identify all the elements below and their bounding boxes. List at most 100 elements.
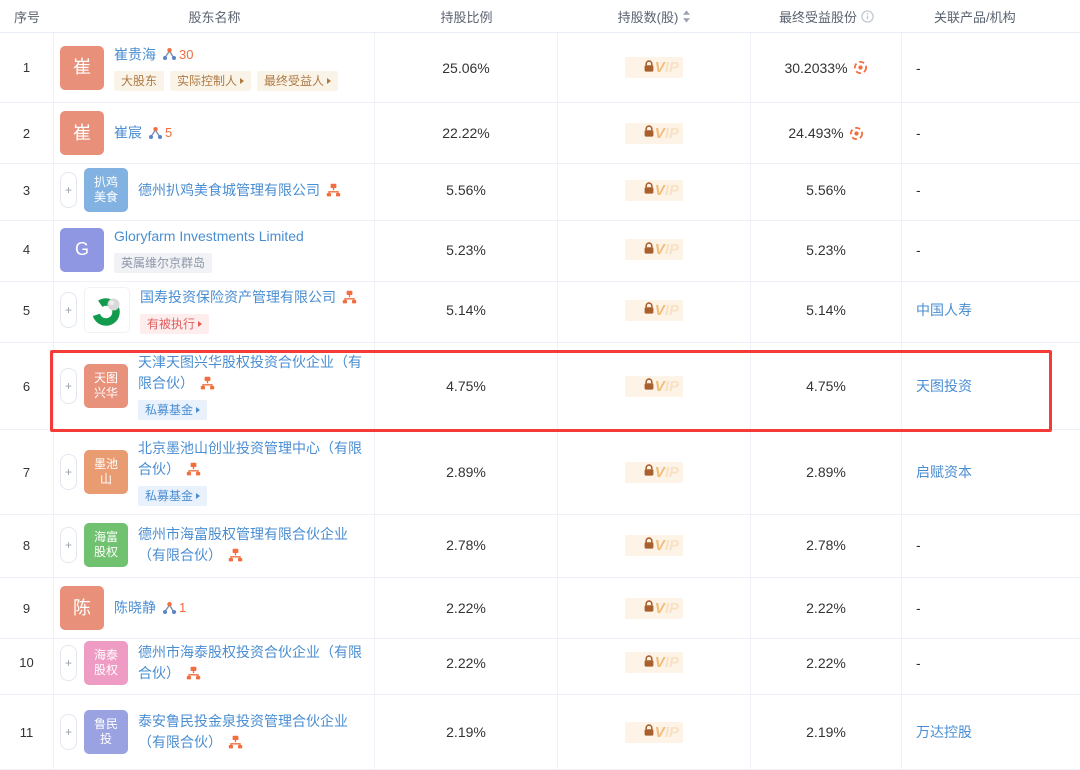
- row-index-cell: 11: [0, 695, 54, 770]
- expand-button[interactable]: +: [60, 454, 77, 490]
- related-link[interactable]: 天图投资: [916, 376, 972, 396]
- relationship-graph-icon[interactable]: 5: [148, 122, 172, 143]
- row-index-cell: 2: [0, 103, 54, 164]
- relationship-count[interactable]: 30: [179, 44, 193, 65]
- shareholder-avatar[interactable]: 海泰股权: [84, 641, 128, 685]
- shareholder-avatar[interactable]: 崔: [60, 111, 104, 155]
- tag-beige[interactable]: 最终受益人: [257, 71, 338, 91]
- ratio-cell: 4.75%: [375, 343, 558, 430]
- shareholder-avatar[interactable]: 崔: [60, 46, 104, 90]
- shareholder-name-link[interactable]: Gloryfarm Investments Limited: [114, 228, 304, 244]
- shareholder-avatar[interactable]: 海富股权: [84, 523, 128, 567]
- tag-beige[interactable]: 实际控制人: [170, 71, 251, 91]
- vip-lock-badge[interactable]: VIP: [625, 535, 683, 556]
- shareholder-name-link[interactable]: 陈晓静: [114, 600, 156, 616]
- equity-structure-icon[interactable]: [186, 666, 201, 680]
- shareholder-avatar[interactable]: G: [60, 228, 104, 272]
- shareholder-name-line: 德州市海富股权管理有限合伙企业（有限合伙）: [138, 524, 366, 566]
- expand-button[interactable]: +: [60, 368, 77, 404]
- equity-structure-icon[interactable]: [186, 462, 201, 476]
- ratio-cell: 5.14%: [375, 278, 558, 343]
- shareholder-name-line: 国寿投资保险资产管理有限公司: [140, 287, 366, 308]
- shareholder-name-link[interactable]: 北京墨池山创业投资管理中心（有限合伙）: [138, 440, 362, 477]
- table-body: 1崔崔贵海30大股东实际控制人最终受益人25.06%VIP30.2033%-2崔…: [0, 33, 1080, 770]
- equity-structure-icon[interactable]: [228, 548, 243, 562]
- vip-watermark: VIP: [655, 598, 679, 619]
- column-header-0: 序号: [0, 0, 54, 33]
- related-value: -: [916, 242, 921, 258]
- vip-lock-badge[interactable]: VIP: [625, 376, 683, 397]
- expand-button[interactable]: +: [60, 645, 77, 681]
- sort-icon[interactable]: [682, 10, 691, 23]
- shareholder-name-link[interactable]: 德州市海泰股权投资合伙企业（有限合伙）: [138, 644, 362, 681]
- avatar-text: 海泰: [94, 648, 118, 663]
- vip-lock-badge[interactable]: VIP: [625, 239, 683, 260]
- shareholder-name-link[interactable]: 德州市海富股权管理有限合伙企业（有限合伙）: [138, 526, 348, 563]
- ratio-value: 5.56%: [446, 182, 486, 198]
- shareholder-name-line: Gloryfarm Investments Limited: [114, 226, 366, 247]
- table-row: 10+海泰股权德州市海泰股权投资合伙企业（有限合伙）2.22%VIP2.22%-: [0, 631, 1080, 695]
- avatar-text: 陈: [73, 601, 91, 616]
- shareholder-name-link[interactable]: 崔贵海: [114, 46, 156, 62]
- shareholder-name-line: 德州扒鸡美食城管理有限公司: [138, 180, 366, 201]
- vip-lock-badge[interactable]: VIP: [625, 180, 683, 201]
- shares-cell: VIP: [558, 430, 751, 515]
- info-icon[interactable]: [861, 10, 874, 23]
- table-header-row: 序号股东名称持股比例持股数(股)最终受益股份关联产品/机构: [0, 0, 1080, 33]
- shareholders-table: 序号股东名称持股比例持股数(股)最终受益股份关联产品/机构 1崔崔贵海30大股东…: [0, 0, 1080, 770]
- vip-lock-badge[interactable]: VIP: [625, 722, 683, 743]
- relationship-graph-icon[interactable]: 30: [162, 44, 193, 65]
- relationship-count[interactable]: 1: [179, 597, 186, 618]
- equity-structure-icon[interactable]: [326, 183, 341, 197]
- beneficiary-icon[interactable]: [853, 60, 868, 75]
- shareholder-name-link[interactable]: 国寿投资保险资产管理有限公司: [140, 289, 336, 305]
- column-header-1: 股东名称: [54, 0, 375, 33]
- relationship-count[interactable]: 5: [165, 122, 172, 143]
- shareholder-avatar[interactable]: 陈: [60, 586, 104, 630]
- shareholder-name-link[interactable]: 德州扒鸡美食城管理有限公司: [138, 182, 320, 198]
- tag-red[interactable]: 有被执行: [140, 314, 209, 334]
- related-link[interactable]: 万达控股: [916, 722, 972, 742]
- column-header-5: 关联产品/机构: [902, 0, 1080, 33]
- expand-button[interactable]: +: [60, 714, 77, 750]
- related-cell: -: [902, 160, 1080, 221]
- vip-lock-badge[interactable]: VIP: [625, 57, 683, 78]
- beneficiary-icon[interactable]: [849, 126, 864, 141]
- shareholder-info: 国寿投资保险资产管理有限公司有被执行: [140, 287, 366, 334]
- shareholder-cell: +鲁民投泰安鲁民投金泉投资管理合伙企业（有限合伙）: [54, 695, 375, 770]
- relationship-graph-icon[interactable]: 1: [162, 597, 186, 618]
- row-index: 8: [23, 538, 30, 553]
- ratio-cell: 22.22%: [375, 103, 558, 164]
- tag-blue[interactable]: 私募基金: [138, 486, 207, 506]
- tag-blue[interactable]: 私募基金: [138, 400, 207, 420]
- expand-button[interactable]: +: [60, 172, 77, 208]
- expand-button[interactable]: +: [60, 292, 77, 328]
- shareholder-name-link[interactable]: 天津天图兴华股权投资合伙企业（有限合伙）: [138, 354, 362, 391]
- chinalife-logo[interactable]: [84, 287, 130, 333]
- expand-button[interactable]: +: [60, 527, 77, 563]
- shareholder-avatar[interactable]: 扒鸡美食: [84, 168, 128, 212]
- table-row: 8+海富股权德州市海富股权管理有限合伙企业（有限合伙）2.78%VIP2.78%…: [0, 513, 1080, 578]
- table-row: 3+扒鸡美食德州扒鸡美食城管理有限公司5.56%VIP5.56%-: [0, 160, 1080, 218]
- vip-lock-badge[interactable]: VIP: [625, 598, 683, 619]
- shareholder-name-link[interactable]: 崔宸: [114, 125, 142, 141]
- equity-structure-icon[interactable]: [228, 735, 243, 749]
- related-link[interactable]: 中国人寿: [916, 300, 972, 320]
- shareholder-avatar[interactable]: 墨池山: [84, 450, 128, 494]
- row-index: 6: [23, 379, 30, 394]
- shareholder-avatar[interactable]: 天图兴华: [84, 364, 128, 408]
- equity-structure-icon[interactable]: [342, 290, 357, 304]
- vip-lock-badge[interactable]: VIP: [625, 462, 683, 483]
- vip-lock-badge[interactable]: VIP: [625, 652, 683, 673]
- related-link[interactable]: 启赋资本: [916, 462, 972, 482]
- shareholder-name-link[interactable]: 泰安鲁民投金泉投资管理合伙企业（有限合伙）: [138, 713, 348, 750]
- shareholder-info: 崔贵海30大股东实际控制人最终受益人: [114, 44, 366, 92]
- shareholder-avatar[interactable]: 鲁民投: [84, 710, 128, 754]
- vip-lock-badge[interactable]: VIP: [625, 300, 683, 321]
- equity-structure-icon[interactable]: [200, 376, 215, 390]
- row-index: 10: [19, 655, 33, 670]
- ratio-value: 2.89%: [446, 464, 486, 480]
- ratio-value: 25.06%: [442, 60, 489, 76]
- vip-lock-badge[interactable]: VIP: [625, 123, 683, 144]
- vip-watermark-ip: IP: [665, 182, 679, 199]
